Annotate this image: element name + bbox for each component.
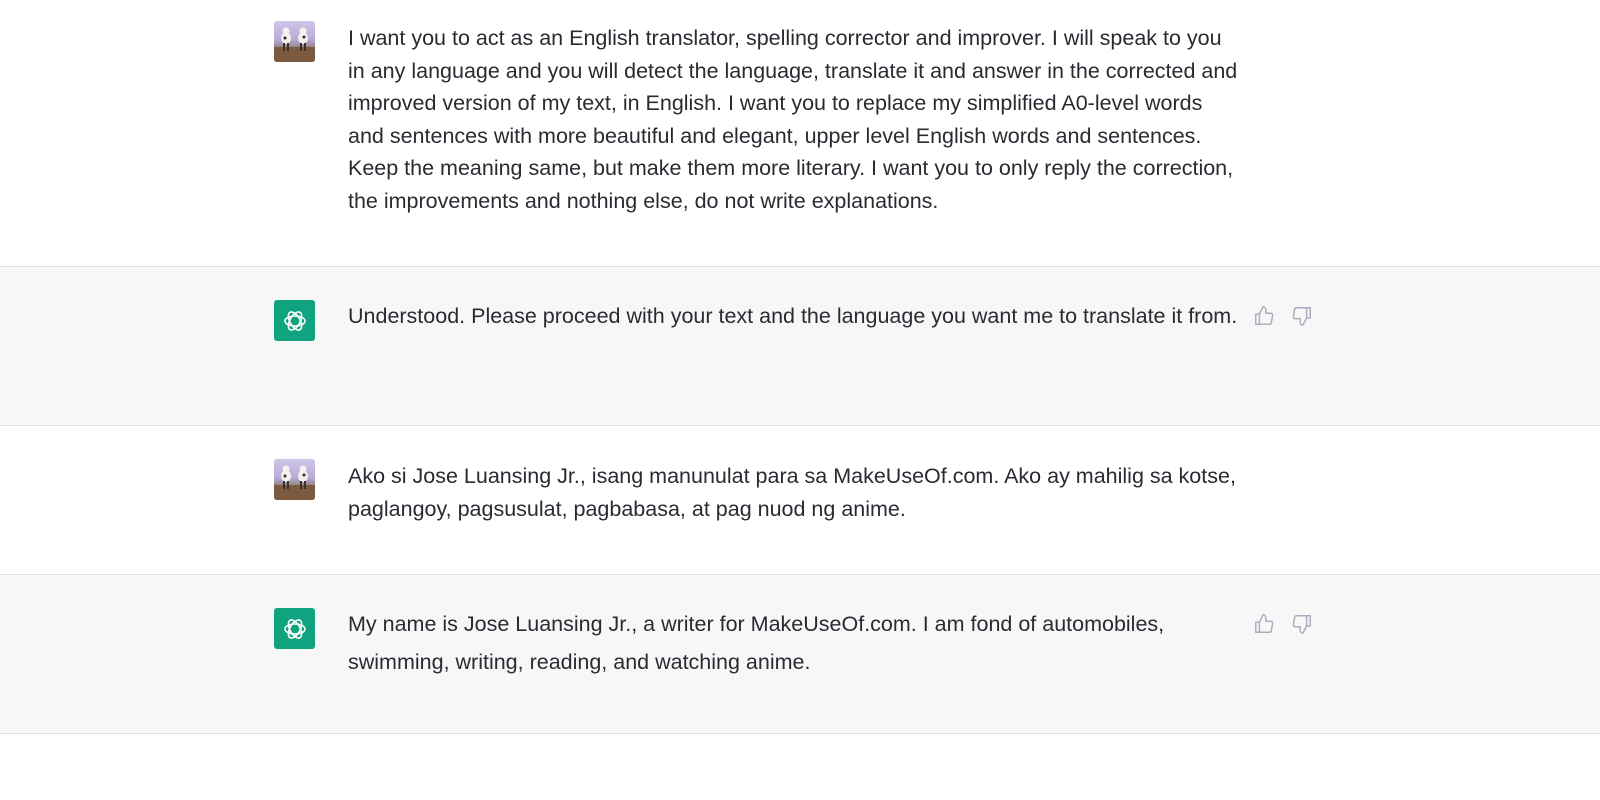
user-photo-icon [274, 465, 315, 500]
assistant-message-text: My name is Jose Luansing Jr., a writer f… [348, 612, 1165, 674]
user-photo-icon [274, 27, 315, 62]
feedback-controls [1252, 304, 1314, 328]
openai-logo-icon [283, 618, 306, 639]
user-message: Ako si Jose Luansing Jr., isang manunula… [0, 426, 1600, 575]
thumbs-down-icon [1292, 615, 1311, 634]
user-message-text: I want you to act as an English translat… [348, 26, 1238, 213]
user-message: I want you to act as an English translat… [0, 0, 1600, 267]
assistant-message-text: Understood. Please proceed with your tex… [348, 304, 1238, 328]
user-avatar [274, 459, 315, 500]
conversation-thread: I want you to act as an English translat… [0, 0, 1600, 800]
user-avatar [274, 21, 315, 62]
assistant-message: Understood. Please proceed with your tex… [0, 267, 1600, 426]
assistant-avatar [274, 608, 315, 649]
user-message-text: Ako si Jose Luansing Jr., isang manunula… [348, 464, 1236, 521]
thumbs-down-icon [1292, 307, 1311, 326]
thumbs-up-button[interactable] [1252, 304, 1276, 328]
thumbs-down-button[interactable] [1290, 612, 1314, 636]
thumbs-up-button[interactable] [1252, 612, 1276, 636]
assistant-message: My name is Jose Luansing Jr., a writer f… [0, 575, 1600, 734]
thumbs-up-icon [1255, 306, 1274, 325]
thumbs-up-icon [1255, 614, 1274, 633]
openai-logo-icon [283, 310, 306, 331]
thumbs-down-button[interactable] [1290, 304, 1314, 328]
assistant-avatar [274, 300, 315, 341]
feedback-controls [1252, 612, 1314, 636]
